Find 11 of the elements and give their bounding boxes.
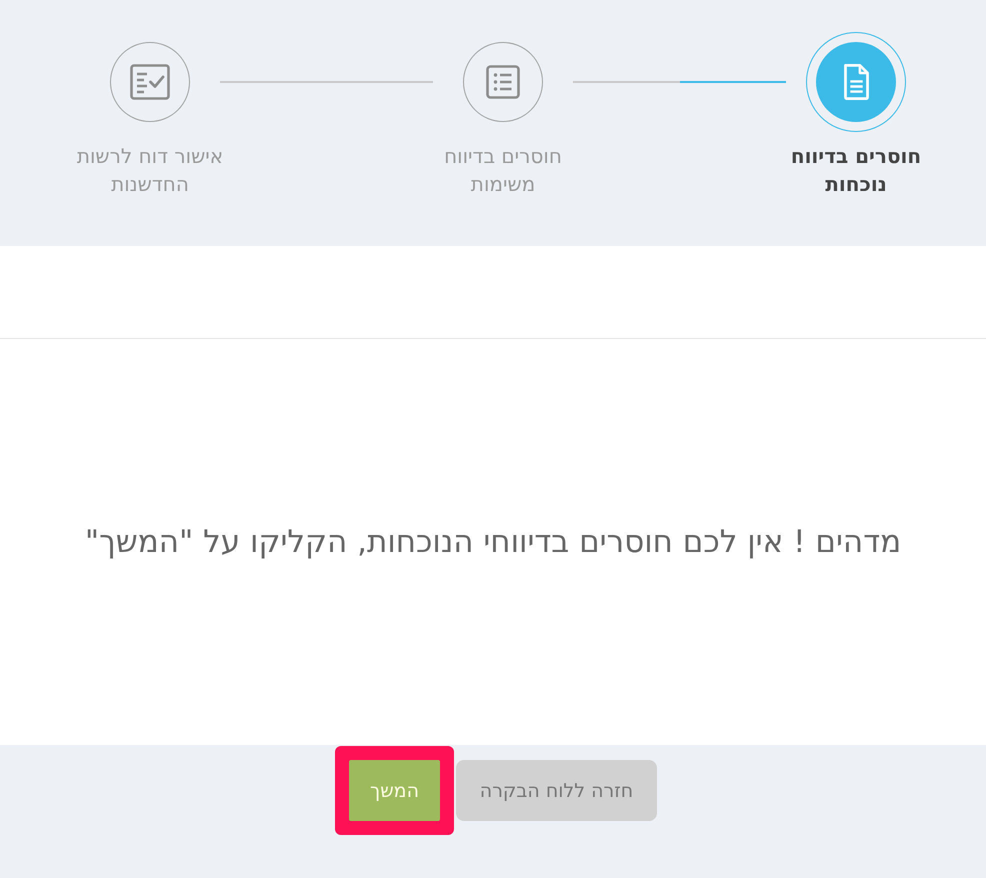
success-message: מדהים ! אין לכם חוסרים בדיווחי הנוכחות, הקליקו על "המשך" — [84, 524, 902, 560]
list-icon — [486, 65, 520, 99]
back-to-dashboard-button[interactable]: חזרה ללוח הבקרה — [456, 760, 657, 821]
step-circle[interactable] — [110, 42, 190, 122]
step-label: חוסרים בדיווח משימות — [443, 143, 563, 198]
step-label: חוסרים בדיווח נוכחות — [790, 143, 922, 198]
step-circle[interactable] — [463, 42, 543, 122]
continue-button[interactable]: המשך — [349, 760, 440, 821]
checklist-icon — [130, 64, 170, 100]
step-label: אישור דוח לרשות החדשנות — [76, 143, 224, 198]
document-icon — [842, 64, 870, 100]
